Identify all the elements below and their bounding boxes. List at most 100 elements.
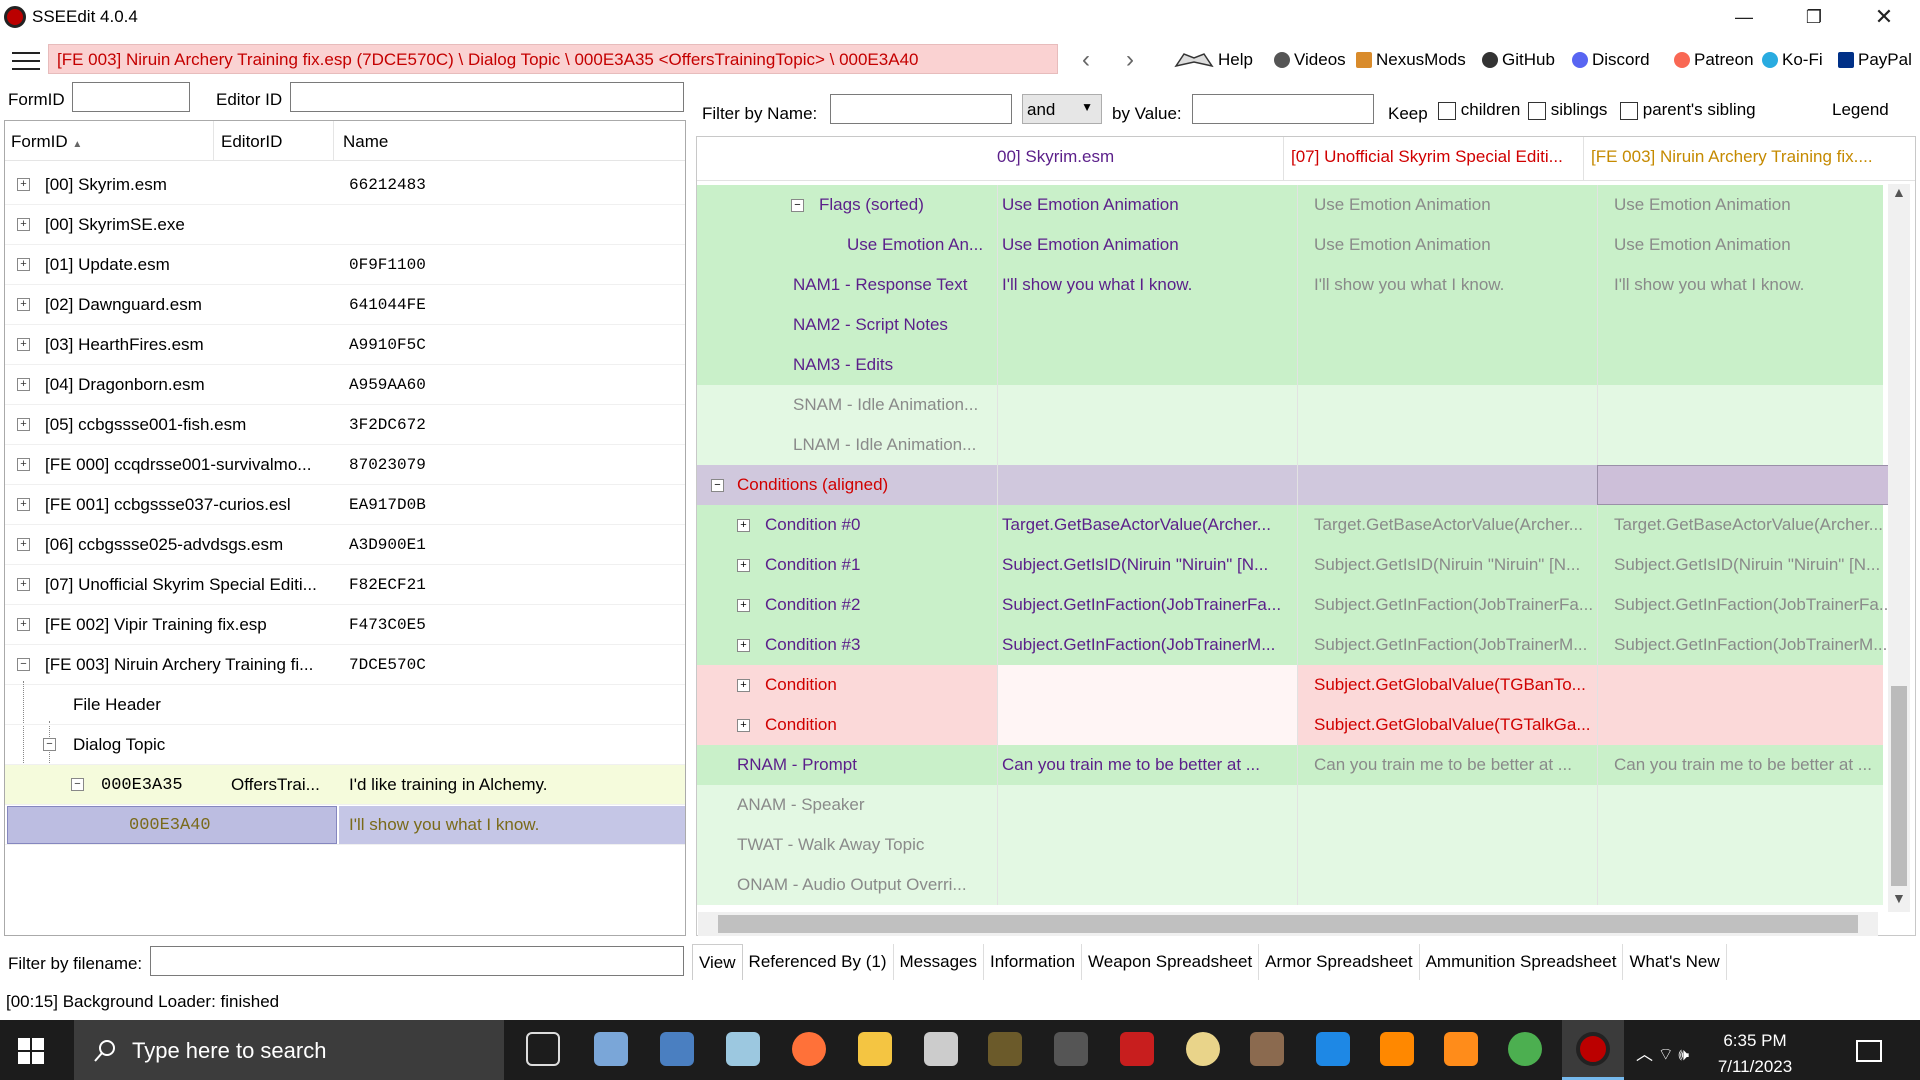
modorganizer-icon[interactable] xyxy=(1054,1032,1088,1066)
grid-row-conflict[interactable]: + Condition Subject.GetGlobalValue(TGTalk… xyxy=(697,705,1883,745)
tab-information[interactable]: Information xyxy=(984,944,1083,980)
grid-row-conditions[interactable]: − Conditions (aligned) xyxy=(697,465,1897,505)
grid-row[interactable]: ANAM - Speaker xyxy=(697,785,1883,825)
grid-row[interactable]: LNAM - Idle Animation... xyxy=(697,425,1883,465)
maximize-button[interactable]: ❐ xyxy=(1784,0,1844,34)
grid-row[interactable]: + Condition #2 Subject.GetInFaction(JobTr… xyxy=(697,585,1893,625)
siblings-checkbox[interactable]: siblings xyxy=(1528,100,1607,120)
tree-row[interactable]: + [02] Dawnguard.esm 641044FE xyxy=(5,285,685,325)
column-formid[interactable]: FormID ▲ xyxy=(11,132,82,152)
grid-row[interactable]: ONAM - Audio Output Overri... xyxy=(697,865,1883,905)
parents-sibling-checkbox[interactable]: parent's sibling xyxy=(1620,100,1756,120)
and-or-select[interactable]: and ▼ xyxy=(1022,94,1102,124)
grid-row[interactable]: + Condition #3 Subject.GetInFaction(JobTr… xyxy=(697,625,1887,665)
tab-weapon-spreadsheet[interactable]: Weapon Spreadsheet xyxy=(1082,944,1260,980)
grid-row[interactable]: RNAM - Prompt Can you train me to be bet… xyxy=(697,745,1883,785)
column-skyrim[interactable]: 00] Skyrim.esm xyxy=(997,147,1114,167)
tree-row[interactable]: + [00] SkyrimSE.exe xyxy=(5,205,685,245)
forward-arrow-icon[interactable]: › xyxy=(1126,46,1134,74)
grid-row[interactable]: + Condition #0 Target.GetBaseActorValue(A… xyxy=(697,505,1883,545)
file-explorer-icon[interactable] xyxy=(858,1032,892,1066)
tree-row-dialog-topic[interactable]: − Dialog Topic xyxy=(5,725,685,765)
scroll-down-icon[interactable]: ▼ xyxy=(1892,890,1906,906)
paint-icon[interactable] xyxy=(594,1032,628,1066)
close-button[interactable]: ✕ xyxy=(1854,0,1914,34)
grid-row[interactable]: NAM3 - Edits xyxy=(697,345,1883,385)
tree-row-topic[interactable]: − 000E3A35 OffersTrai... I'd like traini… xyxy=(5,765,685,805)
menu-icon[interactable] xyxy=(12,52,40,70)
record-view-grid[interactable]: 00] Skyrim.esm [07] Unofficial Skyrim Sp… xyxy=(696,136,1916,936)
notepad-icon[interactable] xyxy=(726,1032,760,1066)
editorid-input[interactable] xyxy=(290,82,684,112)
tab-messages[interactable]: Messages xyxy=(894,944,984,980)
binoculars-icon[interactable] xyxy=(1316,1032,1350,1066)
column-unofficial-patch[interactable]: [07] Unofficial Skyrim Special Editi... xyxy=(1291,147,1563,167)
scroll-up-icon[interactable]: ▲ xyxy=(1892,184,1906,200)
grid-row[interactable]: Use Emotion An... Use Emotion Animation … xyxy=(697,225,1883,265)
firefox-icon[interactable] xyxy=(792,1032,826,1066)
formid-input[interactable] xyxy=(72,82,190,112)
task-view-icon[interactable] xyxy=(526,1032,560,1066)
grid-row-conflict[interactable]: + Condition Subject.GetGlobalValue(TGBanT… xyxy=(697,665,1883,705)
tree-row[interactable]: + [FE 000] ccqdrsse001-survivalmo... 87023… xyxy=(5,445,685,485)
record-tree[interactable]: FormID ▲ EditorID Name + [00] Skyrim.esm 6… xyxy=(4,120,686,936)
tree-row[interactable]: + [05] ccbgssse001-fish.esm 3F2DC672 xyxy=(5,405,685,445)
tree-row[interactable]: − [FE 003] Niruin Archery Training fi... 7… xyxy=(5,645,685,685)
tree-row[interactable]: + [01] Update.esm 0F9F1100 xyxy=(5,245,685,285)
tree-row[interactable]: + [03] HearthFires.esm A9910F5C xyxy=(5,325,685,365)
grid-row[interactable]: SNAM - Idle Animation... xyxy=(697,385,1883,425)
kofi-link[interactable]: Ko-Fi xyxy=(1762,50,1823,70)
tree-row[interactable]: + [07] Unofficial Skyrim Special Editi...… xyxy=(5,565,685,605)
moon-app-icon[interactable] xyxy=(1186,1032,1220,1066)
paypal-link[interactable]: PayPal xyxy=(1838,50,1912,70)
taskbar-clock[interactable]: 6:35 PM 7/11/2023 xyxy=(1700,1028,1810,1080)
taskbar-active-app[interactable] xyxy=(1562,1020,1624,1080)
notifications-icon[interactable] xyxy=(1856,1040,1882,1062)
vertical-scroll-thumb[interactable] xyxy=(1891,686,1907,886)
tree-row[interactable]: + [FE 002] Vipir Training fix.esp F473C0E5 xyxy=(5,605,685,645)
column-editorid[interactable]: EditorID xyxy=(221,132,282,152)
help-link[interactable]: Help xyxy=(1174,50,1253,70)
discord-link[interactable]: Discord xyxy=(1572,50,1650,70)
tree-row-selected[interactable]: 000E3A40 I'll show you what I know. xyxy=(5,805,685,845)
calculator-icon[interactable] xyxy=(660,1032,694,1066)
column-niruin-fix[interactable]: [FE 003] Niruin Archery Training fix.... xyxy=(1591,147,1873,167)
tree-row[interactable]: + [00] Skyrim.esm 66212483 xyxy=(5,165,685,205)
tree-row[interactable]: + [04] Dragonborn.esm A959AA60 xyxy=(5,365,685,405)
grid-row[interactable]: − Flags (sorted) Use Emotion Animation Us… xyxy=(697,185,1883,225)
column-name[interactable]: Name xyxy=(343,132,388,152)
videos-link[interactable]: Videos xyxy=(1274,50,1346,70)
tree-row[interactable]: + [06] ccbgssse025-advdsgs.esm A3D900E1 xyxy=(5,525,685,565)
tab-ammunition-spreadsheet[interactable]: Ammunition Spreadsheet xyxy=(1420,944,1624,980)
chrome-icon[interactable] xyxy=(1508,1032,1542,1066)
filter-value-input[interactable] xyxy=(1192,94,1374,124)
tab-whats-new[interactable]: What's New xyxy=(1623,944,1727,980)
gamepad-icon[interactable] xyxy=(924,1032,958,1066)
tree-row-file-header[interactable]: File Header xyxy=(5,685,685,725)
record-path-bar[interactable]: [FE 003] Niruin Archery Training fix.esp… xyxy=(48,44,1058,74)
grid-row[interactable]: + Condition #1 Subject.GetIsID(Niruin "Ni… xyxy=(697,545,1883,585)
grid-row[interactable]: NAM1 - Response Text I'll show you what … xyxy=(697,265,1883,305)
children-checkbox[interactable]: children xyxy=(1438,100,1520,120)
github-link[interactable]: GitHub xyxy=(1482,50,1555,70)
filter-filename-input[interactable] xyxy=(150,946,684,976)
tab-armor-spreadsheet[interactable]: Armor Spreadsheet xyxy=(1259,944,1420,980)
taskbar-search-input[interactable]: Type here to search xyxy=(74,1020,504,1080)
pdf-tool-icon[interactable] xyxy=(1444,1032,1478,1066)
grid-row[interactable]: NAM2 - Script Notes xyxy=(697,305,1883,345)
tab-referenced-by[interactable]: Referenced By (1) xyxy=(743,944,894,980)
grid-row[interactable]: TWAT - Walk Away Topic xyxy=(697,825,1883,865)
patreon-link[interactable]: Patreon xyxy=(1674,50,1754,70)
character-app-icon[interactable] xyxy=(1250,1032,1284,1066)
tab-view[interactable]: View xyxy=(692,944,743,980)
nexusmods-link[interactable]: NexusMods xyxy=(1356,50,1466,70)
filter-name-input[interactable] xyxy=(830,94,1012,124)
minimize-button[interactable]: — xyxy=(1714,0,1774,34)
horizontal-scroll-thumb[interactable] xyxy=(718,915,1858,933)
game-launcher-icon[interactable] xyxy=(1120,1032,1154,1066)
system-tray-icons[interactable]: ︿ ⌔ 🕪 xyxy=(1636,1040,1689,1065)
skyrim-icon[interactable] xyxy=(988,1032,1022,1066)
tree-row[interactable]: + [FE 001] ccbgssse037-curios.esl EA917D0B xyxy=(5,485,685,525)
windows-start-icon[interactable] xyxy=(18,1038,44,1064)
legend-button[interactable]: Legend xyxy=(1832,100,1889,120)
